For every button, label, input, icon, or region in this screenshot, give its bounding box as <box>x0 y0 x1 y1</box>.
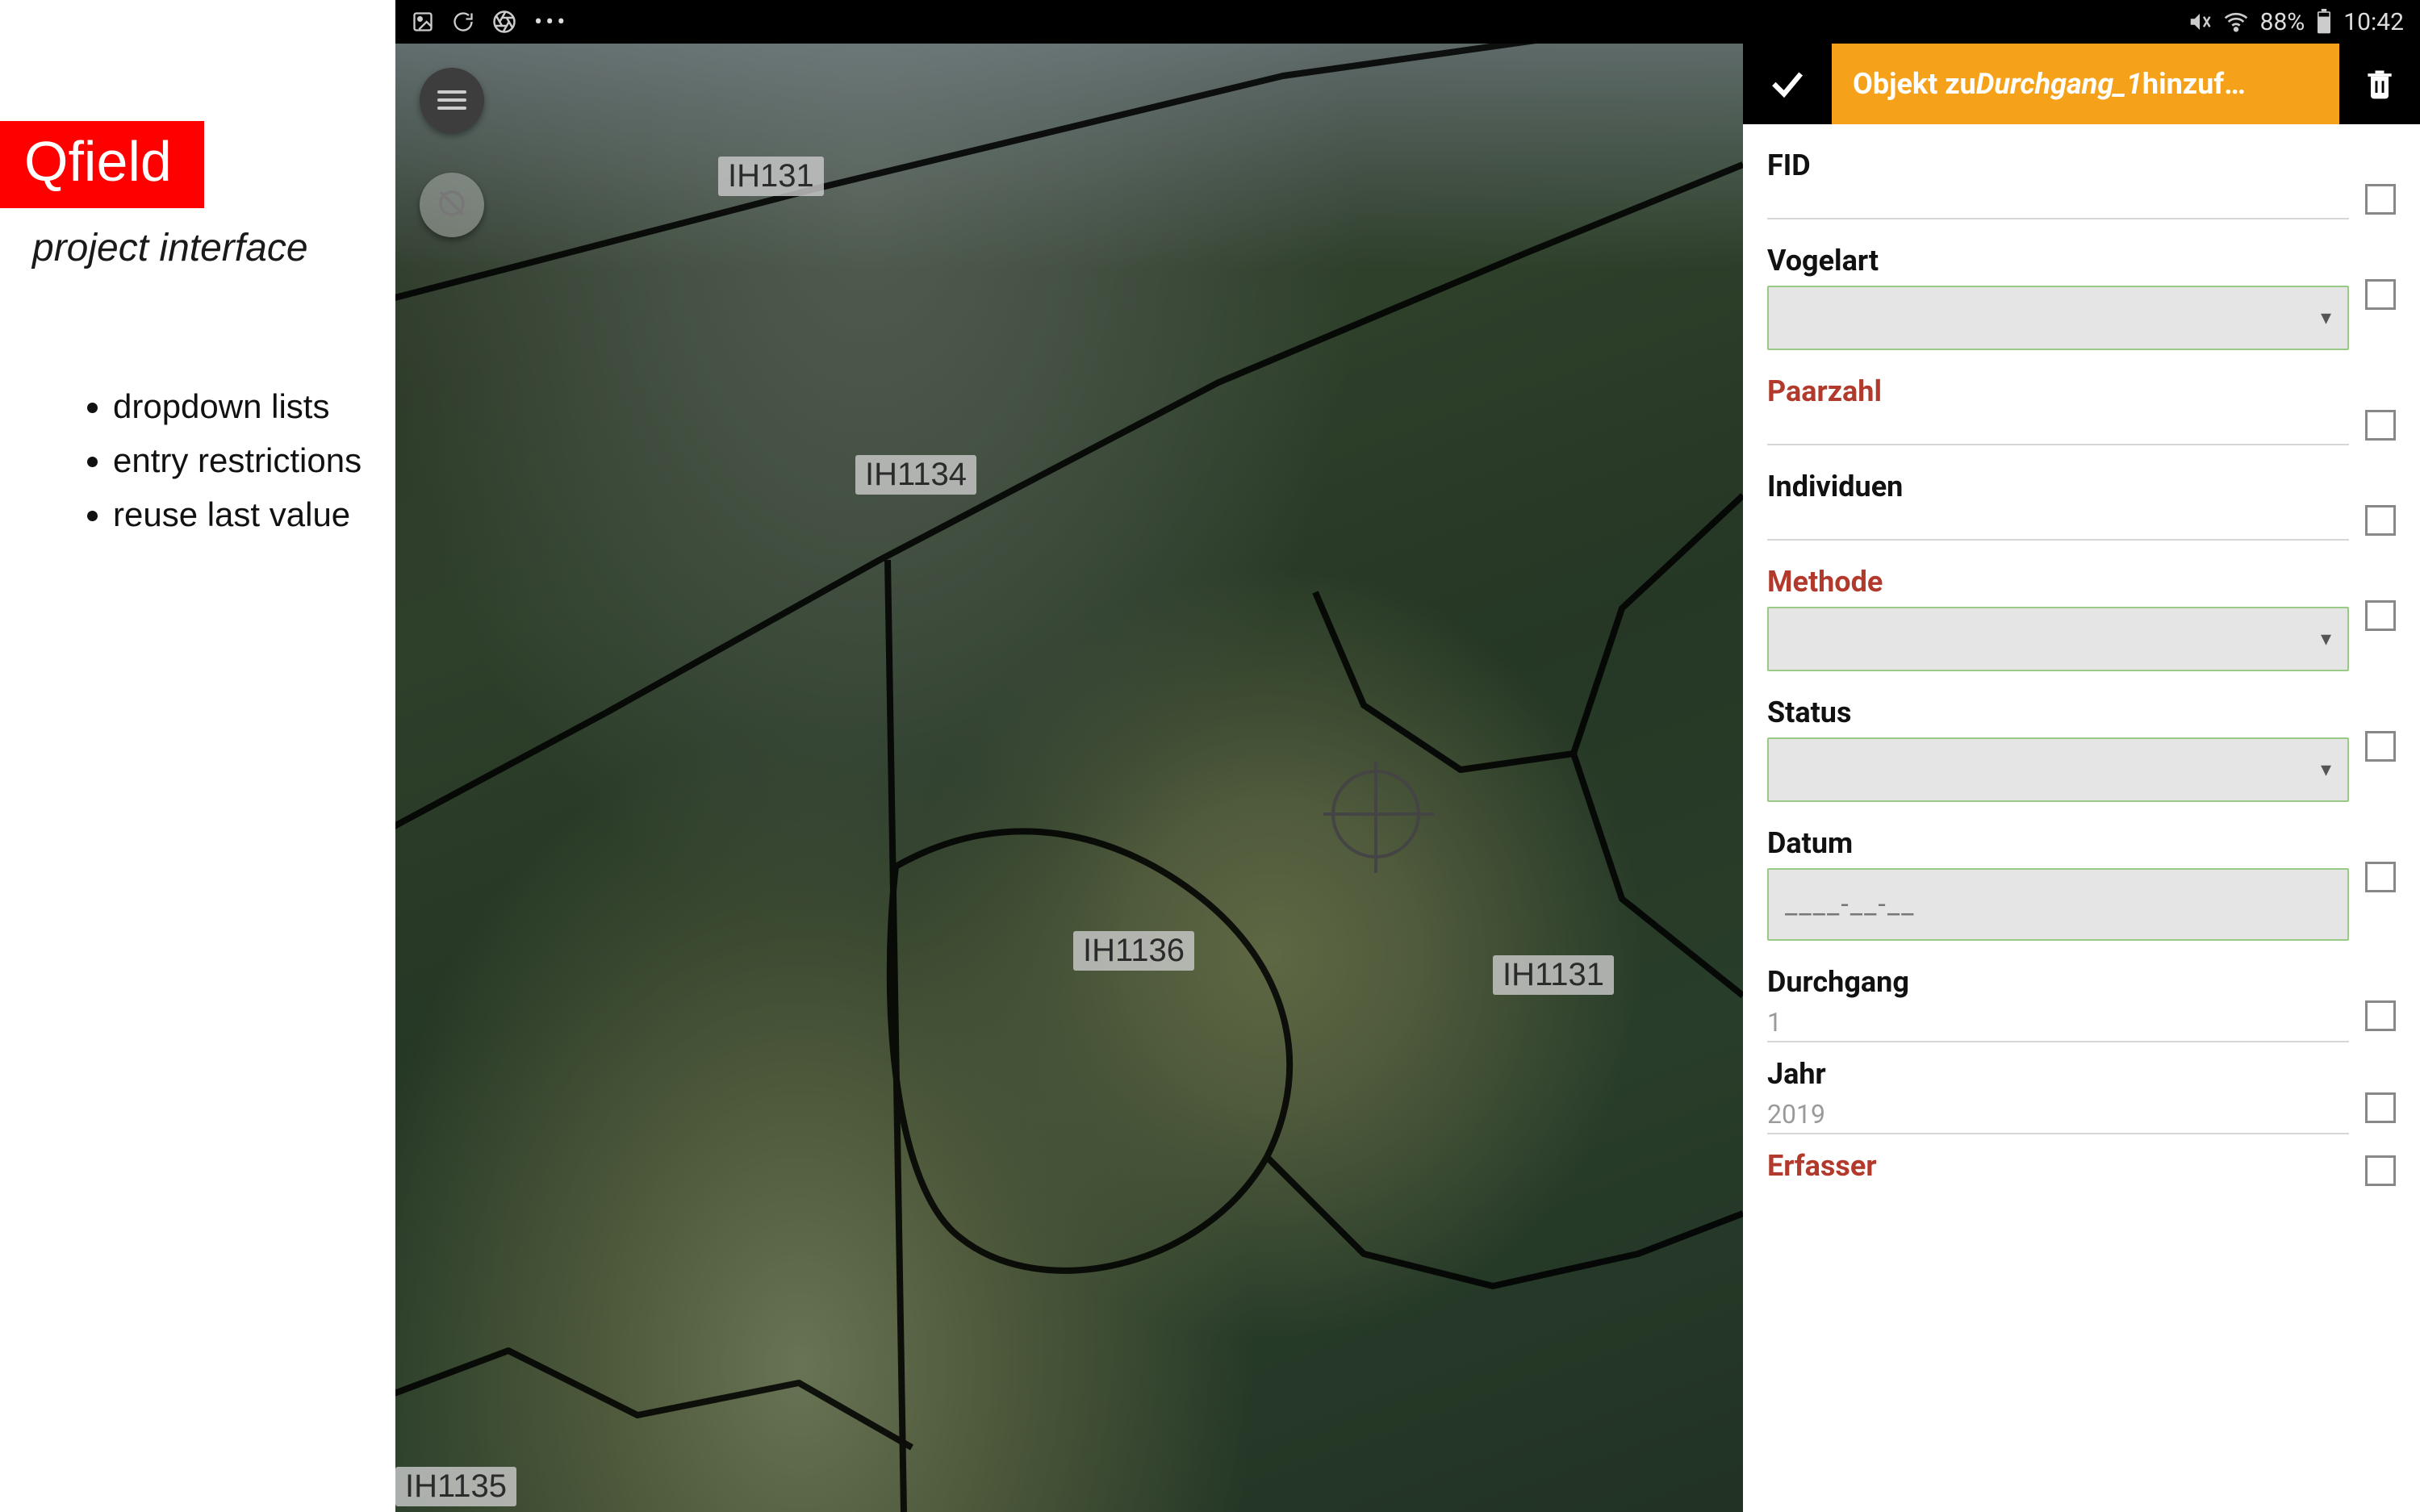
parcel-label: IH1134 <box>855 455 976 495</box>
paarzahl-input[interactable] <box>1767 416 2349 445</box>
jahr-reuse-checkbox[interactable] <box>2365 1092 2396 1123</box>
durchgang-value[interactable]: 1 <box>1767 1007 2349 1042</box>
hamburger-icon <box>437 88 466 112</box>
individuen-label: Individuen <box>1767 470 2349 503</box>
jahr-label: Jahr <box>1767 1057 2349 1091</box>
paarzahl-reuse-checkbox[interactable] <box>2365 410 2396 441</box>
battery-icon <box>2316 9 2332 35</box>
parcel-label: IH1136 <box>1073 931 1194 971</box>
refresh-alt-icon <box>452 10 474 33</box>
vogelart-reuse-checkbox[interactable] <box>2365 279 2396 310</box>
status-dropdown[interactable]: ▾ <box>1767 737 2349 802</box>
parcel-label: IH1131 <box>1493 955 1614 995</box>
form-title-suffix: hinzuf… <box>2142 67 2246 101</box>
methode-dropdown[interactable]: ▾ <box>1767 607 2349 671</box>
mute-icon <box>2188 10 2212 34</box>
parcel-label: IH131 <box>718 157 824 196</box>
form-title: Objekt zu Durchgang_1 hinzuf… <box>1832 44 2339 124</box>
durchgang-reuse-checkbox[interactable] <box>2365 1000 2396 1031</box>
trash-icon <box>2362 66 2397 102</box>
erfasser-label: Erfasser <box>1767 1149 2349 1183</box>
tablet-device: ••• 88% 10:42 <box>395 0 2420 1512</box>
more-icon: ••• <box>534 8 568 36</box>
form-header: Objekt zu Durchgang_1 hinzuf… <box>1743 44 2420 124</box>
methode-label: Methode <box>1767 565 2349 599</box>
gps-off-icon <box>435 186 469 223</box>
jahr-value[interactable]: 2019 <box>1767 1099 2349 1134</box>
datum-reuse-checkbox[interactable] <box>2365 862 2396 892</box>
individuen-input[interactable] <box>1767 512 2349 541</box>
fid-label: FID <box>1767 148 2349 182</box>
feature-form-panel: Objekt zu Durchgang_1 hinzuf… FID <box>1743 44 2420 1512</box>
methode-reuse-checkbox[interactable] <box>2365 600 2396 631</box>
delete-button[interactable] <box>2339 44 2420 124</box>
chevron-down-icon: ▾ <box>2321 306 2331 330</box>
durchgang-label: Durchgang <box>1767 965 2349 999</box>
chevron-down-icon: ▾ <box>2321 758 2331 782</box>
form-title-prefix: Objekt zu <box>1853 67 1976 101</box>
clock-label: 10:42 <box>2343 8 2404 36</box>
map-canvas[interactable]: IH131 IH1134 IH1136 IH1131 IH1135 <box>395 44 1743 1512</box>
status-reuse-checkbox[interactable] <box>2365 731 2396 762</box>
aperture-icon <box>492 10 516 34</box>
menu-button[interactable] <box>420 68 484 132</box>
wifi-icon <box>2223 9 2249 35</box>
slide-subtitle: project interface <box>32 226 308 270</box>
datum-input[interactable]: ____-__-__ <box>1767 868 2349 941</box>
paarzahl-label: Paarzahl <box>1767 374 2349 408</box>
map-crosshair <box>1331 770 1420 858</box>
vogelart-label: Vogelart <box>1767 244 2349 278</box>
fid-input[interactable] <box>1767 190 2349 219</box>
battery-percent-label: 88% <box>2260 8 2305 36</box>
status-label: Status <box>1767 695 2349 729</box>
android-status-bar: ••• 88% 10:42 <box>395 0 2420 44</box>
fid-reuse-checkbox[interactable] <box>2365 184 2396 215</box>
vogelart-dropdown[interactable]: ▾ <box>1767 286 2349 350</box>
checkmark-icon <box>1767 64 1808 104</box>
form-title-layer: Durchgang_1 <box>1976 67 2142 101</box>
chevron-down-icon: ▾ <box>2321 627 2331 651</box>
slide-title-badge: Qfield <box>0 121 204 208</box>
gps-toggle-button[interactable] <box>420 173 484 237</box>
parcel-label: IH1135 <box>395 1467 516 1506</box>
individuen-reuse-checkbox[interactable] <box>2365 505 2396 536</box>
datum-label: Datum <box>1767 826 2349 860</box>
confirm-button[interactable] <box>1743 44 1832 124</box>
image-icon <box>412 10 434 33</box>
erfasser-reuse-checkbox[interactable] <box>2365 1155 2396 1186</box>
parcel-boundaries <box>395 44 1743 1512</box>
form-body[interactable]: FID Vogelart ▾ <box>1743 124 2420 1512</box>
